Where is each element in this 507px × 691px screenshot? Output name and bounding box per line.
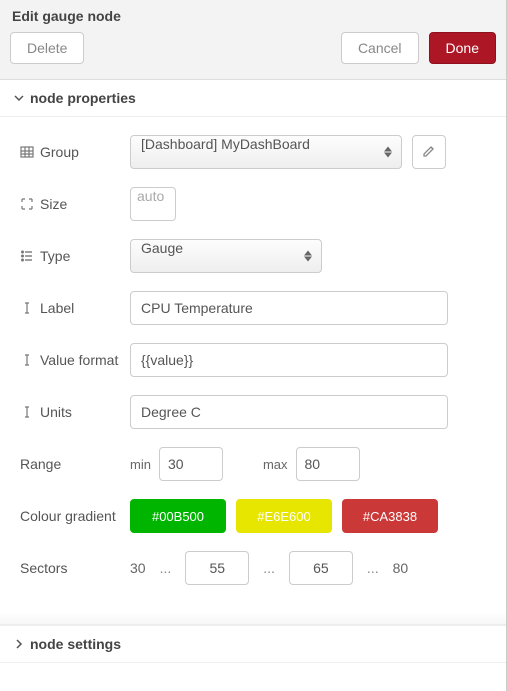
size-input[interactable]: auto: [130, 187, 176, 221]
sector-high: 80: [393, 560, 409, 576]
sector-mid1-input[interactable]: [185, 551, 249, 585]
sectors-label: Sectors: [20, 560, 67, 576]
i-cursor-icon: [20, 301, 34, 315]
dots-icon: ...: [160, 560, 172, 576]
updown-icon: [384, 147, 394, 158]
gradient-color-1[interactable]: #00B500: [130, 499, 226, 533]
arrows-out-icon: [20, 197, 34, 211]
type-select-value: Gauge: [130, 239, 322, 273]
chevron-down-icon: [14, 93, 24, 103]
table-icon: [20, 145, 34, 159]
cancel-button[interactable]: Cancel: [341, 32, 419, 64]
i-cursor-icon: [20, 353, 34, 367]
chevron-right-icon: [14, 639, 24, 649]
label-input[interactable]: [130, 291, 448, 325]
gradient-color-2[interactable]: #E6E600: [236, 499, 332, 533]
delete-button[interactable]: Delete: [10, 32, 84, 64]
type-select[interactable]: Gauge: [130, 239, 322, 273]
list-icon: [20, 249, 34, 263]
done-button[interactable]: Done: [429, 32, 496, 64]
type-label: Type: [40, 248, 70, 264]
min-label: min: [130, 457, 151, 472]
sector-low: 30: [130, 560, 146, 576]
section-node-properties[interactable]: node properties: [0, 80, 506, 117]
i-cursor-icon: [20, 405, 34, 419]
dots-icon: ...: [263, 560, 275, 576]
colour-gradient-label: Colour gradient: [20, 508, 116, 524]
value-format-label: Value format: [40, 352, 118, 368]
dots-icon: ...: [367, 560, 379, 576]
group-label: Group: [40, 144, 79, 160]
group-select[interactable]: [Dashboard] MyDashBoard: [130, 135, 402, 169]
label-label: Label: [40, 300, 74, 316]
range-max-input[interactable]: [296, 447, 360, 481]
edit-group-button[interactable]: [412, 135, 446, 169]
pencil-icon: [422, 144, 436, 161]
panel-title: Edit gauge node: [12, 8, 496, 24]
units-label: Units: [40, 404, 72, 420]
max-label: max: [263, 457, 288, 472]
units-input[interactable]: [130, 395, 448, 429]
size-label: Size: [40, 196, 67, 212]
range-label: Range: [20, 456, 61, 472]
updown-icon: [304, 251, 314, 262]
gradient-color-3[interactable]: #CA3838: [342, 499, 438, 533]
section-title: node settings: [30, 636, 121, 652]
value-format-input[interactable]: [130, 343, 448, 377]
sector-mid2-input[interactable]: [289, 551, 353, 585]
section-title: node properties: [30, 90, 136, 106]
range-min-input[interactable]: [159, 447, 223, 481]
group-select-value: [Dashboard] MyDashBoard: [130, 135, 402, 169]
